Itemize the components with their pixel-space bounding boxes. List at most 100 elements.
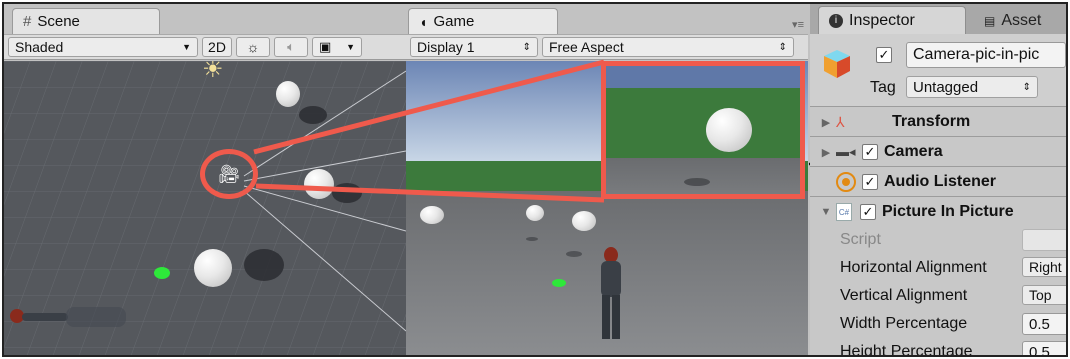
camera-gizmo[interactable]: 🎥︎ — [200, 149, 258, 199]
field-horizontal-alignment-label: Horizontal Alignment — [840, 259, 987, 276]
tab-asset[interactable]: ▤ Asset — [970, 8, 1066, 34]
field-horizontal-alignment: Horizontal Alignment Right — [810, 254, 1066, 282]
width-percentage-input[interactable]: 0.5 — [1022, 313, 1066, 335]
field-height-percentage: Height Percentage 0.5 — [810, 338, 1066, 355]
info-icon: i — [829, 13, 843, 28]
lighting-toggle-button[interactable]: ☼ — [236, 37, 270, 57]
component-audio-listener-label: Audio Listener — [884, 173, 997, 190]
inspector-tabbar: i Inspector ▤ Asset — [810, 4, 1066, 34]
width-percentage-value: 0.5 — [1029, 315, 1050, 333]
field-script-label: Script — [840, 231, 881, 248]
toggle-2d-label: 2D — [208, 39, 226, 55]
divider — [810, 166, 1066, 167]
toggle-2d-button[interactable]: 2D — [202, 37, 232, 57]
sphere[interactable] — [194, 249, 232, 287]
csharp-script-icon: C# — [836, 203, 852, 221]
divider — [810, 136, 1066, 137]
updown-arrow-icon: ⇕ — [778, 41, 787, 53]
transform-icon: ⅄ — [836, 113, 845, 130]
screenshot-frame: # Scene Shaded ▼ 2D ☼ 🔈︎ ▣ ▼ ☀ 🎥︎ ◖ Game… — [2, 2, 1068, 357]
shading-mode-value: Shaded — [15, 39, 64, 55]
sphere[interactable] — [304, 169, 334, 199]
audio-listener-icon — [836, 172, 856, 192]
active-checkbox[interactable]: ✓ — [876, 47, 892, 63]
character-model[interactable] — [10, 305, 130, 329]
height-percentage-input[interactable]: 0.5 — [1022, 341, 1066, 355]
camera-component-icon: ▬◂ — [836, 144, 856, 159]
scene-viewport[interactable]: ☀ 🎥︎ — [4, 61, 406, 355]
updown-arrow-icon: ⇕ — [1022, 81, 1031, 93]
sphere[interactable] — [526, 205, 544, 221]
aspect-dropdown[interactable]: Free Aspect ⇕ — [542, 37, 794, 57]
display-value: Display 1 — [417, 39, 475, 55]
audio-toggle-button[interactable]: 🔈︎ — [274, 37, 308, 57]
ball-shadow — [566, 251, 582, 257]
lock-icon: ▤ — [984, 14, 996, 28]
speaker-icon: 🔈︎ — [287, 39, 295, 54]
picture-in-picture-inset[interactable] — [601, 61, 805, 199]
ball-shadow — [299, 106, 327, 124]
foldout-arrow-icon: ▶ — [821, 116, 831, 129]
scene-panel: # Scene Shaded ▼ 2D ☼ 🔈︎ ▣ ▼ ☀ 🎥︎ — [4, 4, 406, 355]
tab-inspector-label: Inspector — [849, 11, 915, 29]
game-panel: ◖ Game ▾≡ Display 1 ⇕ Free Aspect ⇕ — [406, 4, 808, 355]
tab-scene-label: Scene — [37, 13, 80, 30]
sphere[interactable] — [420, 206, 444, 224]
game-viewport[interactable] — [406, 61, 808, 355]
component-camera[interactable]: ▶ ▬◂ ✓ Camera — [810, 138, 1066, 166]
sphere — [706, 108, 752, 152]
dropdown-arrow-icon: ▼ — [346, 42, 355, 52]
camera-icon: 🎥︎ — [217, 163, 241, 184]
sphere[interactable] — [276, 81, 300, 107]
panel-menu-icon[interactable]: ▾≡ — [792, 18, 804, 31]
field-vertical-alignment-label: Vertical Alignment — [840, 287, 968, 304]
inspector-panel: i Inspector ▤ Asset ✓ Camera-pic-in-pic … — [810, 4, 1066, 355]
game-object-header: ✓ Camera-pic-in-pic Tag Untagged ⇕ — [810, 34, 1066, 106]
tab-scene[interactable]: # Scene — [12, 8, 160, 34]
green-marker — [154, 267, 170, 279]
horizontal-alignment-value: Right — [1029, 259, 1062, 275]
character-model[interactable] — [596, 247, 626, 343]
vertical-alignment-dropdown[interactable]: Top — [1022, 285, 1066, 305]
component-picture-in-picture-label: Picture In Picture — [882, 203, 1014, 220]
field-script: Script — [810, 226, 1066, 254]
tab-game-label: Game — [433, 13, 475, 30]
sphere[interactable] — [572, 211, 596, 231]
directional-light-icon[interactable]: ☀ — [202, 61, 224, 84]
component-audio-listener[interactable]: ✓ Audio Listener — [810, 168, 1066, 196]
image-icon: ▣ — [319, 39, 332, 54]
grid-icon: # — [23, 13, 32, 30]
tab-asset-label: Asset — [1001, 12, 1042, 29]
audio-listener-enabled-checkbox[interactable]: ✓ — [862, 174, 878, 190]
field-vertical-alignment: Vertical Alignment Top — [810, 282, 1066, 310]
tab-game[interactable]: ◖ Game — [408, 8, 558, 34]
field-width-percentage-label: Width Percentage — [840, 315, 968, 332]
foldout-arrow-icon: ▶ — [821, 146, 831, 159]
object-name-field[interactable]: Camera-pic-in-pic — [906, 42, 1066, 68]
component-transform-label: Transform — [892, 113, 971, 130]
tag-dropdown[interactable]: Untagged ⇕ — [906, 76, 1038, 98]
camera-enabled-checkbox[interactable]: ✓ — [862, 144, 878, 160]
foldout-expanded-icon: ▼ — [820, 206, 832, 218]
tab-inspector[interactable]: i Inspector — [818, 6, 966, 34]
shading-mode-dropdown[interactable]: Shaded ▼ — [8, 37, 198, 57]
ball-shadow — [244, 249, 284, 281]
ball-shadow — [526, 237, 538, 241]
component-picture-in-picture[interactable]: ▼ C# ✓ Picture In Picture — [810, 198, 1066, 226]
updown-arrow-icon: ⇕ — [522, 41, 531, 53]
aspect-value: Free Aspect — [549, 39, 624, 55]
object-name-value: Camera-pic-in-pic — [913, 46, 1040, 63]
display-dropdown[interactable]: Display 1 ⇕ — [410, 37, 538, 57]
vertical-alignment-value: Top — [1029, 287, 1052, 303]
component-transform[interactable]: ▶ ⅄ Transform — [810, 108, 1066, 136]
pacman-icon: ◖ — [419, 13, 428, 30]
script-reference-field[interactable] — [1022, 229, 1066, 251]
picture-in-picture-enabled-checkbox[interactable]: ✓ — [860, 204, 876, 220]
field-width-percentage: Width Percentage 0.5 — [810, 310, 1066, 338]
game-toolbar: Display 1 ⇕ Free Aspect ⇕ — [406, 34, 808, 60]
cube-icon — [822, 48, 852, 78]
horizontal-alignment-dropdown[interactable]: Right — [1022, 257, 1066, 277]
scene-toolbar: Shaded ▼ 2D ☼ 🔈︎ ▣ ▼ — [4, 34, 406, 60]
effects-dropdown[interactable]: ▣ ▼ — [312, 37, 362, 57]
divider — [810, 106, 1066, 107]
